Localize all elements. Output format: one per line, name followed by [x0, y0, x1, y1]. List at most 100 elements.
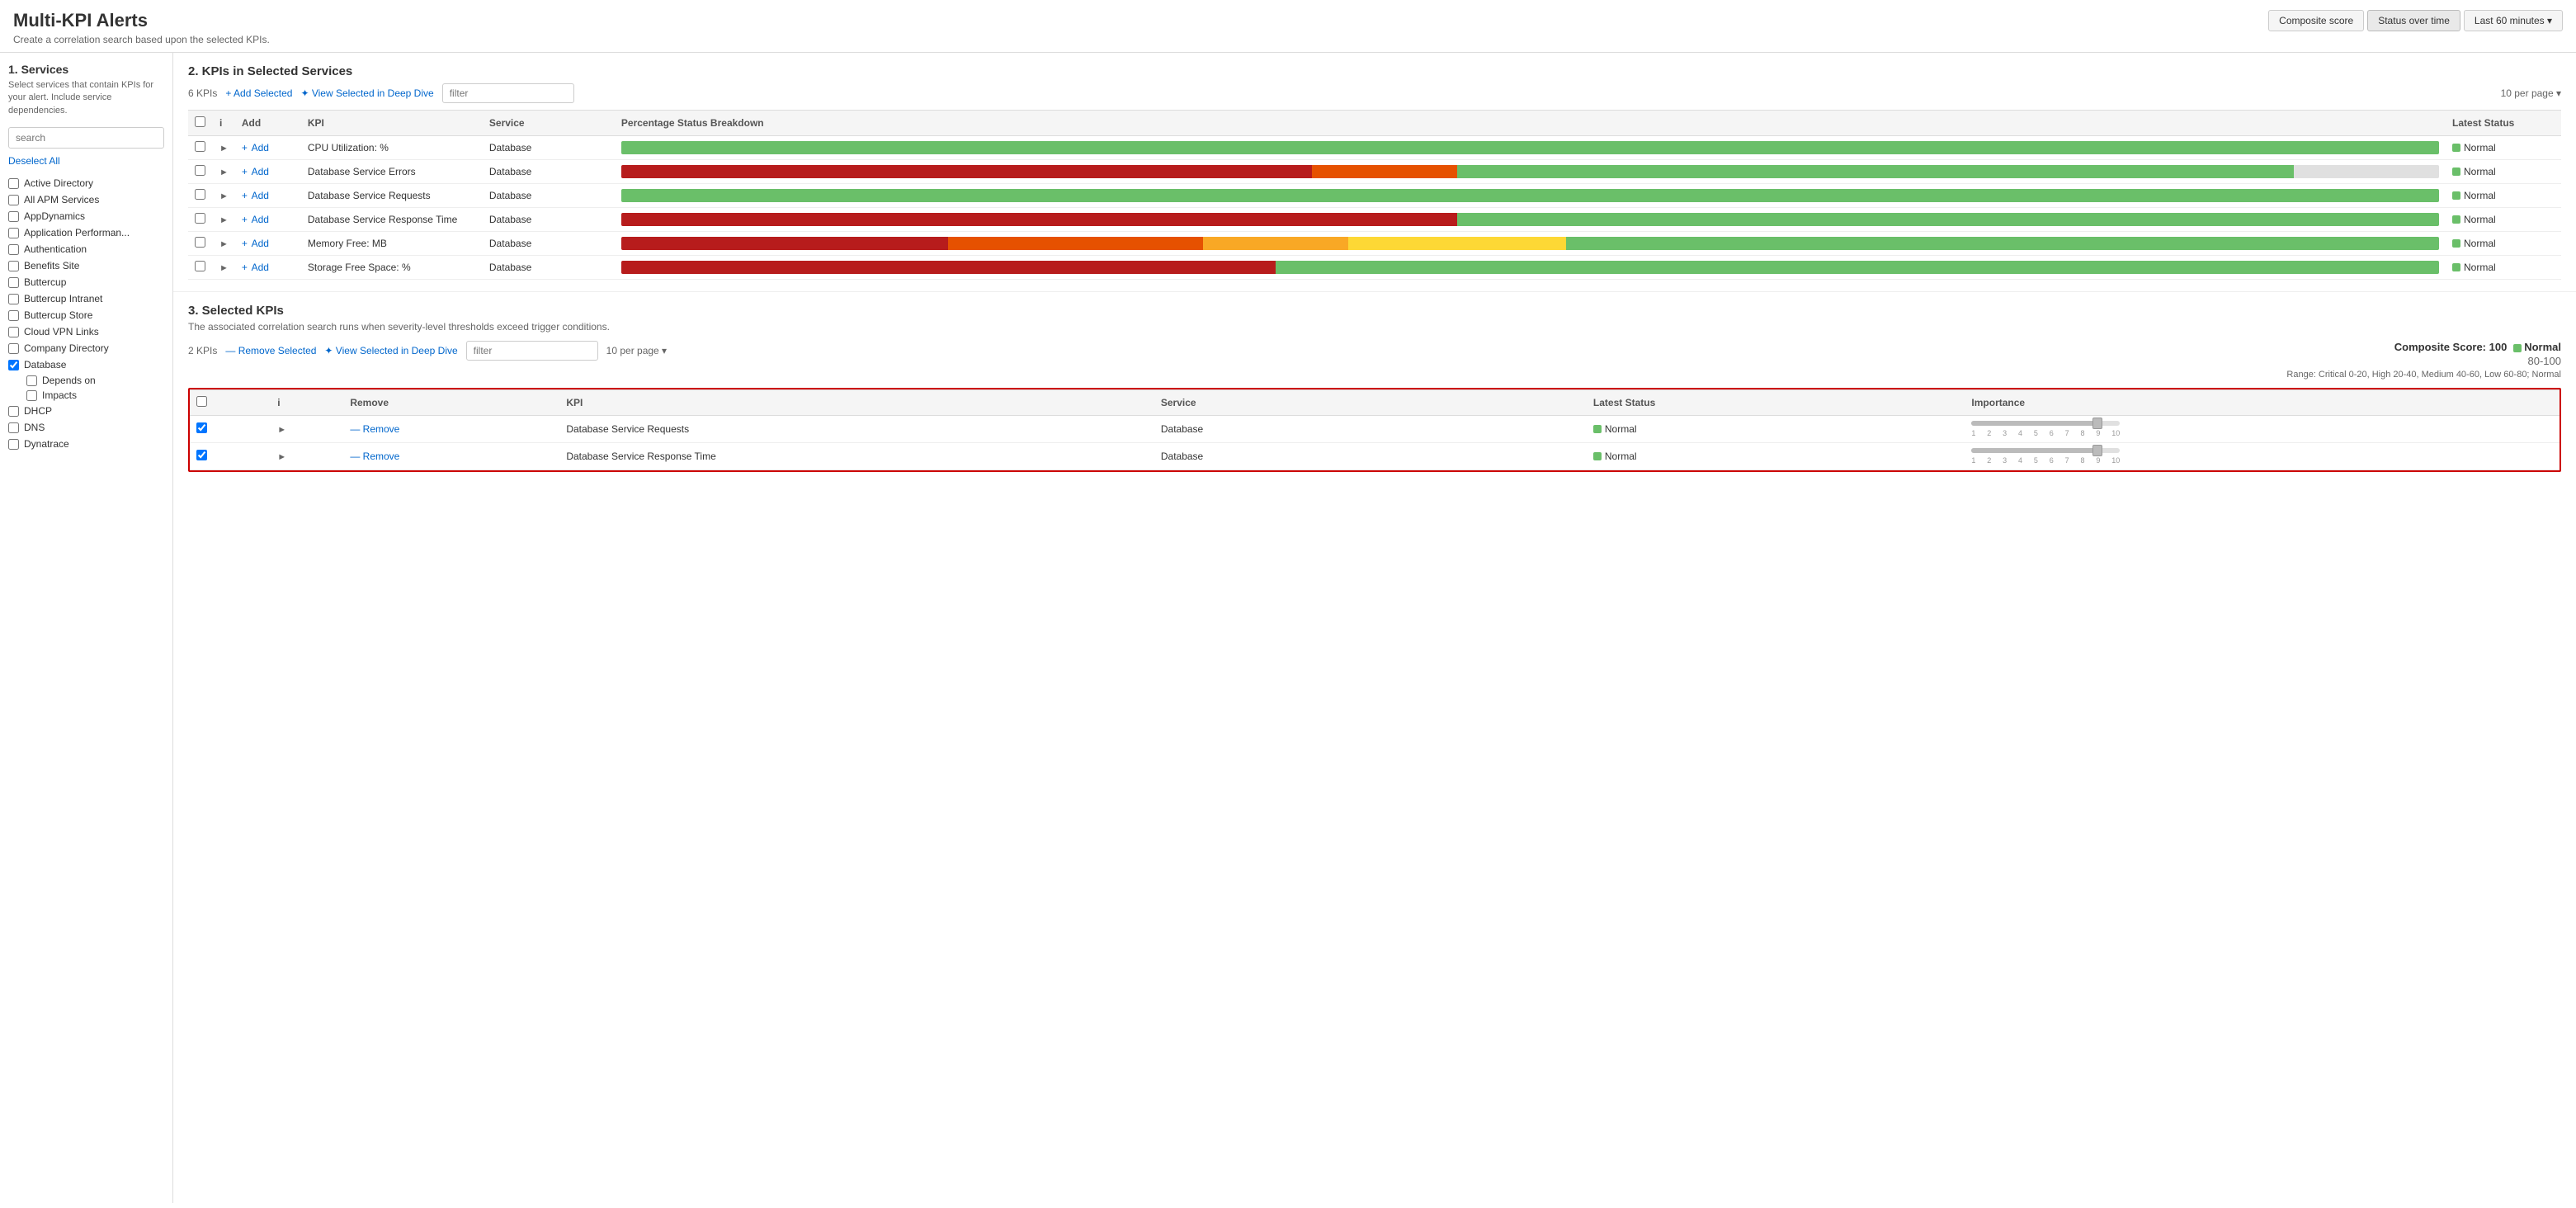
remove-selected-button[interactable]: — Remove Selected — [225, 345, 316, 356]
add-kpi-button-5[interactable]: + Add — [242, 262, 269, 273]
selected-row-checkbox-1[interactable] — [196, 450, 207, 460]
selected-row-checkbox-0[interactable] — [196, 422, 207, 433]
kpis-section-title: 2. KPIs in Selected Services — [188, 64, 2561, 78]
service-label: Buttercup — [24, 276, 66, 288]
service-label: Authentication — [24, 243, 87, 255]
list-item: Database — [8, 356, 164, 373]
service-label: All APM Services — [24, 194, 99, 205]
expand-button-1[interactable]: ► — [219, 168, 229, 177]
composite-left: 2 KPIs — Remove Selected ✦ View Selected… — [188, 341, 667, 367]
selected-view-deep-dive-button[interactable]: ✦ View Selected in Deep Dive — [324, 345, 457, 356]
sel-th-kpi: KPI — [559, 390, 1154, 416]
composite-info: Composite Score: 100 Normal 80-100 Range… — [2286, 341, 2561, 380]
row-pct-breakdown — [615, 208, 2446, 232]
kpi-per-page[interactable]: 10 per page ▾ — [2501, 87, 2561, 99]
add-kpi-button-0[interactable]: + Add — [242, 142, 269, 153]
service-checkbox-auth[interactable] — [8, 244, 19, 255]
service-checkbox-all-apm[interactable] — [8, 195, 19, 205]
service-checkbox-buttercup[interactable] — [8, 277, 19, 288]
row-latest-status: Normal — [2446, 208, 2561, 232]
service-checkbox-company-dir[interactable] — [8, 343, 19, 354]
select-all-checkbox[interactable] — [195, 116, 205, 127]
selected-table-wrapper: i Remove KPI Service Latest Status Impor… — [188, 388, 2561, 472]
selected-filter-input[interactable] — [466, 341, 598, 361]
list-item: Dynatrace — [8, 436, 164, 452]
row-checkbox-cell — [188, 208, 213, 232]
table-row: ► + Add Database Service Requests Databa… — [188, 184, 2561, 208]
service-label: Buttercup Store — [24, 309, 92, 321]
sel-status-dot — [1593, 452, 1602, 460]
kpi-row-checkbox-5[interactable] — [195, 261, 205, 271]
kpi-row-checkbox-3[interactable] — [195, 213, 205, 224]
sel-row-service: Database — [1154, 443, 1587, 470]
service-checkbox-buttercup-store[interactable] — [8, 310, 19, 321]
kpis-section: 2. KPIs in Selected Services 6 KPIs + Ad… — [173, 53, 2576, 292]
sel-th-service: Service — [1154, 390, 1587, 416]
service-checkbox-active-directory[interactable] — [8, 178, 19, 189]
last-60-minutes-button[interactable]: Last 60 minutes ▾ — [2464, 10, 2563, 31]
composite-score: Composite Score: 100 Normal — [2286, 341, 2561, 353]
add-kpi-button-3[interactable]: + Add — [242, 214, 269, 225]
expand-button-0[interactable]: ► — [219, 144, 229, 153]
service-checkbox-appdynamics[interactable] — [8, 211, 19, 222]
kpi-row-checkbox-2[interactable] — [195, 189, 205, 200]
row-service: Database — [483, 184, 615, 208]
table-row: ► + Add Memory Free: MB Database Normal — [188, 232, 2561, 256]
remove-kpi-button-0[interactable]: — Remove — [350, 423, 399, 435]
sel-row-service: Database — [1154, 416, 1587, 443]
sel-th-remove: Remove — [343, 390, 559, 416]
sel-row-checkbox-cell — [190, 443, 271, 470]
sel-row-kpi-name: Database Service Requests — [559, 416, 1154, 443]
kpi-row-checkbox-0[interactable] — [195, 141, 205, 152]
expand-button-5[interactable]: ► — [219, 263, 229, 273]
remove-kpi-button-1[interactable]: — Remove — [350, 451, 399, 462]
sel-status-dot — [1593, 425, 1602, 433]
expand-button-3[interactable]: ► — [219, 215, 229, 225]
selected-kpi-count: 2 KPIs — [188, 345, 217, 356]
row-pct-breakdown — [615, 256, 2446, 280]
deselect-all-link[interactable]: Deselect All — [8, 155, 164, 167]
service-checkbox-app-perf[interactable] — [8, 228, 19, 238]
status-dot — [2452, 144, 2460, 152]
selected-per-page[interactable]: 10 per page ▾ — [606, 345, 667, 356]
service-checkbox-dhcp[interactable] — [8, 406, 19, 417]
selected-select-all-checkbox[interactable] — [196, 396, 207, 407]
sel-row-expand-cell: ► — [271, 416, 343, 443]
add-kpi-button-4[interactable]: + Add — [242, 238, 269, 249]
service-checkbox-benefits[interactable] — [8, 261, 19, 271]
kpi-row-checkbox-4[interactable] — [195, 237, 205, 248]
sel-row-remove-cell: — Remove — [343, 443, 559, 470]
row-latest-status: Normal — [2446, 232, 2561, 256]
service-checkbox-dns[interactable] — [8, 422, 19, 433]
service-checkbox-dynatrace[interactable] — [8, 439, 19, 450]
list-item: Company Directory — [8, 340, 164, 356]
kpi-filter-input[interactable] — [442, 83, 574, 103]
sel-expand-button-1[interactable]: ► — [277, 452, 286, 462]
kpi-row-checkbox-1[interactable] — [195, 165, 205, 176]
expand-button-4[interactable]: ► — [219, 239, 229, 249]
service-checkbox-cloud-vpn[interactable] — [8, 327, 19, 337]
table-row: ► + Add Storage Free Space: % Database N… — [188, 256, 2561, 280]
sel-status-text: Normal — [1605, 451, 1637, 462]
add-kpi-button-1[interactable]: + Add — [242, 166, 269, 177]
add-kpi-button-2[interactable]: + Add — [242, 190, 269, 201]
add-selected-button[interactable]: + Add Selected — [225, 87, 292, 99]
status-text: Normal — [2464, 214, 2496, 225]
composite-score-button[interactable]: Composite score — [2268, 10, 2364, 31]
th-expand: i — [213, 111, 235, 136]
th-kpi: KPI — [301, 111, 483, 136]
row-service: Database — [483, 232, 615, 256]
search-input[interactable] — [8, 127, 164, 149]
service-checkbox-impacts[interactable] — [26, 390, 37, 401]
service-label: Dynatrace — [24, 438, 69, 450]
service-checkbox-buttercup-intranet[interactable] — [8, 294, 19, 304]
table-row: ► + Add CPU Utilization: % Database Norm… — [188, 136, 2561, 160]
list-item: All APM Services — [8, 191, 164, 208]
sel-expand-button-0[interactable]: ► — [277, 425, 286, 435]
status-over-time-button[interactable]: Status over time — [2367, 10, 2460, 31]
service-checkbox-database[interactable] — [8, 360, 19, 370]
composite-row: 2 KPIs — Remove Selected ✦ View Selected… — [188, 341, 2561, 380]
view-deep-dive-button[interactable]: ✦ View Selected in Deep Dive — [300, 87, 433, 99]
expand-button-2[interactable]: ► — [219, 191, 229, 201]
service-checkbox-depends-on[interactable] — [26, 375, 37, 386]
